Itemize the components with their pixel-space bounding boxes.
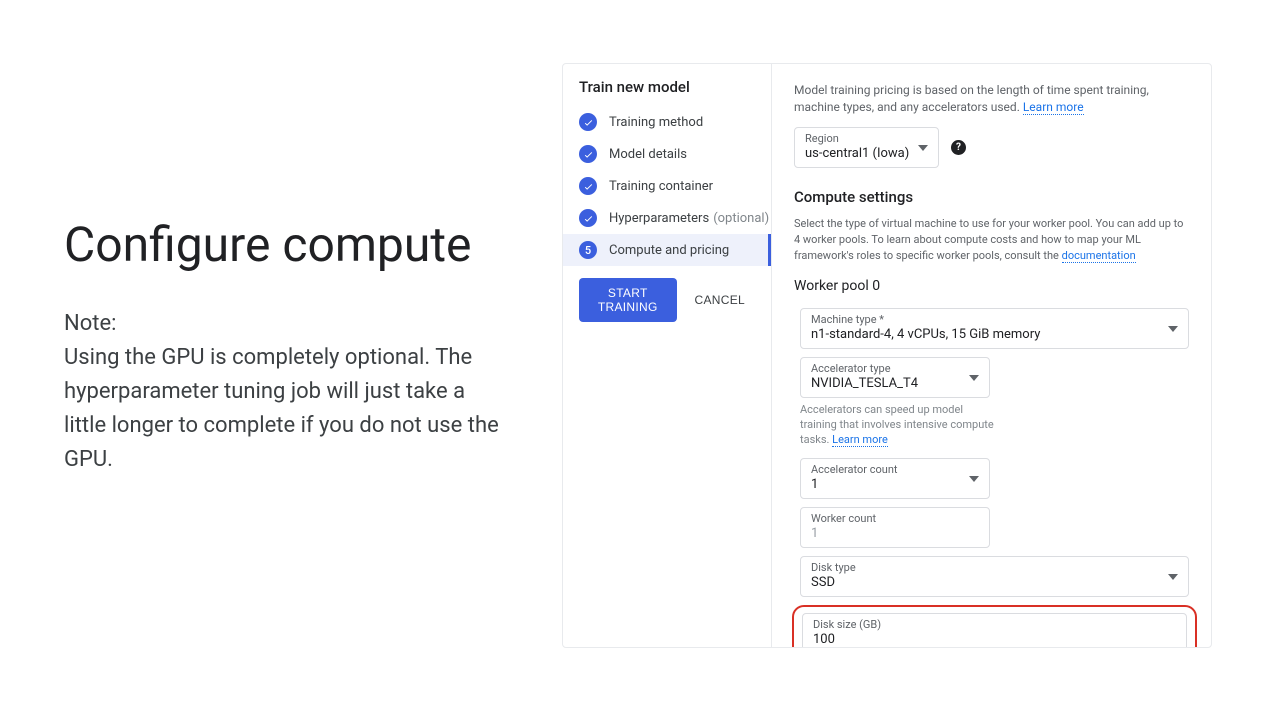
- accel-count-label: Accelerator count: [811, 463, 979, 476]
- machine-type-select[interactable]: Machine type * n1-standard-4, 4 vCPUs, 1…: [800, 308, 1189, 349]
- region-label: Region: [805, 132, 928, 145]
- disk-size-value: 100: [813, 632, 1176, 647]
- compute-heading: Compute settings: [794, 188, 1189, 206]
- chevron-down-icon: [918, 140, 928, 154]
- accel-hint: Accelerators can speed up model training…: [800, 402, 1000, 448]
- note-body: Using the GPU is completely optional. Th…: [64, 345, 499, 472]
- help-icon[interactable]: ?: [951, 140, 966, 155]
- cancel-button[interactable]: CANCEL: [685, 278, 755, 322]
- region-select[interactable]: Region us-central1 (Iowa): [794, 127, 939, 168]
- worker-pool-title: Worker pool 0: [794, 278, 1189, 294]
- chevron-down-icon: [1168, 321, 1178, 335]
- accelerator-count-select[interactable]: Accelerator count 1: [800, 458, 990, 499]
- step-compute-pricing[interactable]: 5 Compute and pricing: [563, 234, 771, 266]
- step-label: Training method: [609, 115, 703, 130]
- learn-more-link[interactable]: Learn more: [1023, 100, 1084, 115]
- pricing-desc: Model training pricing is based on the l…: [794, 82, 1189, 117]
- step-label: Hyperparameters: [609, 211, 709, 226]
- step-optional: (optional): [713, 211, 769, 226]
- accel-type-label: Accelerator type: [811, 362, 979, 375]
- step-training-container[interactable]: Training container: [563, 170, 771, 202]
- chevron-down-icon: [969, 471, 979, 485]
- accel-count-value: 1: [811, 477, 979, 492]
- slide-note: Note: Using the GPU is completely option…: [64, 307, 504, 477]
- disk-size-highlight: Disk size (GB) 100: [792, 605, 1197, 647]
- documentation-link[interactable]: documentation: [1062, 249, 1136, 263]
- accel-learn-more-link[interactable]: Learn more: [832, 433, 888, 447]
- start-training-button[interactable]: START TRAINING: [579, 278, 677, 322]
- disk-size-input[interactable]: Disk size (GB) 100: [802, 613, 1187, 647]
- step-hyperparameters[interactable]: Hyperparameters (optional): [563, 202, 771, 234]
- worker-count-input[interactable]: Worker count 1: [800, 507, 990, 548]
- worker-pool-fields: Machine type * n1-standard-4, 4 vCPUs, 1…: [794, 308, 1189, 647]
- check-icon: [579, 113, 597, 131]
- step-label: Compute and pricing: [609, 243, 729, 258]
- sidebar-title: Train new model: [563, 78, 771, 106]
- check-icon: [579, 177, 597, 195]
- chevron-down-icon: [1168, 569, 1178, 583]
- note-label: Note:: [64, 311, 116, 336]
- compute-desc: Select the type of virtual machine to us…: [794, 216, 1189, 264]
- step-label: Model details: [609, 147, 687, 162]
- check-icon: [579, 209, 597, 227]
- step-number-icon: 5: [579, 241, 597, 259]
- check-icon: [579, 145, 597, 163]
- region-value: us-central1 (Iowa): [805, 146, 928, 161]
- step-model-details[interactable]: Model details: [563, 138, 771, 170]
- worker-count-value: 1: [811, 526, 979, 541]
- sidebar-actions: START TRAINING CANCEL: [563, 266, 771, 334]
- disk-size-label: Disk size (GB): [813, 618, 1176, 631]
- machine-type-value: n1-standard-4, 4 vCPUs, 15 GiB memory: [811, 327, 1178, 342]
- train-model-panel: Train new model Training method Model de…: [562, 63, 1212, 648]
- machine-type-label: Machine type *: [811, 313, 1178, 326]
- chevron-down-icon: [969, 370, 979, 384]
- disk-type-value: SSD: [811, 575, 1178, 590]
- region-row: Region us-central1 (Iowa) ?: [794, 127, 1189, 168]
- slide-text: Configure compute Note: Using the GPU is…: [64, 215, 504, 477]
- step-training-method[interactable]: Training method: [563, 106, 771, 138]
- worker-count-label: Worker count: [811, 512, 979, 525]
- disk-type-select[interactable]: Disk type SSD: [800, 556, 1189, 597]
- disk-type-label: Disk type: [811, 561, 1178, 574]
- wizard-sidebar: Train new model Training method Model de…: [563, 64, 772, 647]
- slide-title: Configure compute: [64, 215, 504, 275]
- accelerator-type-select[interactable]: Accelerator type NVIDIA_TESLA_T4: [800, 357, 990, 398]
- wizard-content: Model training pricing is based on the l…: [772, 64, 1211, 647]
- accel-type-value: NVIDIA_TESLA_T4: [811, 376, 979, 391]
- step-label: Training container: [609, 179, 713, 194]
